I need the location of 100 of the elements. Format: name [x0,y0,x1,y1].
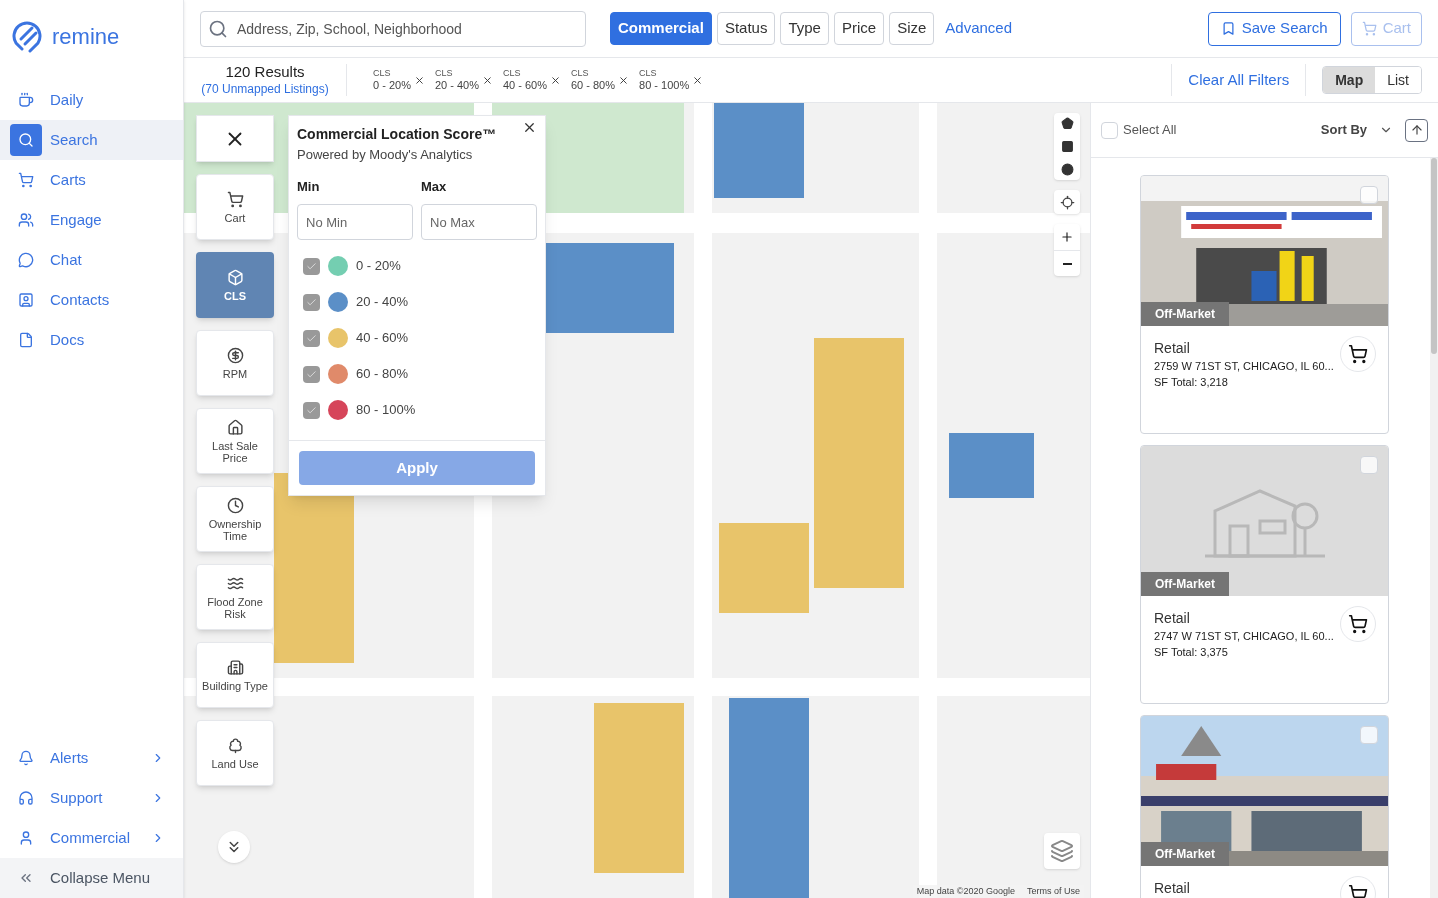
headphones-icon [18,790,34,806]
listing-type: Retail [1154,610,1190,628]
layers-button[interactable] [1044,833,1080,869]
checkbox[interactable] [1360,726,1378,744]
sidebar-item[interactable]: Search [0,120,183,160]
listing-sf-total: SF Total: 3,375 [1154,646,1228,660]
chip-value: 80 - 100% [639,78,690,93]
sidebar-item[interactable]: Contacts [0,280,183,320]
contact-card-icon [18,292,34,308]
sort-by-dropdown[interactable]: Sort By [1320,120,1367,140]
cart-icon [1348,614,1368,634]
coffee-icon [18,92,34,108]
map-tool-button[interactable]: Last Sale Price [196,408,274,474]
cube-icon [226,268,244,286]
scrollbar[interactable] [1430,158,1438,898]
range-label: 80 - 100% [356,401,416,420]
minus-icon [1062,262,1072,265]
check-icon [306,368,317,380]
popup-subtitle: Powered by Moody's Analytics [297,146,474,164]
map-tool-button[interactable]: Building Type [196,642,274,708]
listing-card[interactable]: Off-Market Retail 2747 W 71ST ST, CHICAGO, IL 60... SF Total: 3,375 [1140,445,1389,704]
popup-title: Commercial Location Score™ [297,125,497,144]
cart-icon [1361,21,1377,36]
listing-card[interactable]: Off-Market Retail 2759 W 71ST ST, CHICAGO, IL 60... SF Total: 3,218 [1140,175,1389,434]
listing-card[interactable]: Off-Market Retail [1140,715,1389,898]
cart-icon [18,172,34,188]
close-icon[interactable] [522,120,537,135]
map-tool-button[interactable]: Land Use [196,720,274,786]
clear-filters-link[interactable]: Clear All Filters [1188,68,1290,92]
remove-chip-icon[interactable] [618,74,629,86]
map-tool-button[interactable]: Cart [196,174,274,240]
sort-direction-button[interactable] [1405,118,1428,142]
listing-sf-total: SF Total: 3,218 [1154,376,1228,390]
checkbox[interactable] [303,257,320,275]
clock-icon [226,496,244,514]
sidebar-item[interactable]: Docs [0,320,183,360]
filter-button[interactable]: Commercial [610,12,712,45]
logo-icon [12,19,44,53]
cart-icon [1348,344,1368,364]
sidebar-item[interactable]: Alerts [0,738,183,778]
circle-icon[interactable] [1060,163,1074,176]
search-icon-badge [10,124,42,156]
filter-button[interactable]: Price [833,12,885,45]
map-attribution[interactable]: Terms of Use [1027,884,1080,898]
results-count: 120 Results [225,63,305,82]
search-field[interactable]: Address, Zip, School, Neighborhood [200,10,586,47]
dollar-icon [226,346,244,364]
layers-icon [1050,839,1074,863]
checkbox[interactable] [303,365,320,383]
sidebar-item[interactable]: Engage [0,200,183,240]
locate-button[interactable] [1054,190,1080,214]
checkbox[interactable] [303,293,320,311]
chip-label: CLS [373,67,392,79]
chip-label: CLS [571,67,590,79]
chip-value: 40 - 60% [502,78,547,93]
input-field[interactable]: No Min [297,204,413,240]
save-search-button[interactable]: Save Search [1207,11,1341,46]
polygon-icon[interactable] [1060,117,1074,130]
house-icon [226,418,244,436]
add-to-cart-button[interactable] [1340,606,1376,642]
select-all-label: Select All [1123,121,1178,140]
sidebar-item[interactable]: Commercial [0,818,183,858]
document-icon [18,332,34,348]
checkbox[interactable] [303,401,320,419]
check-icon [306,404,317,416]
sidebar-item[interactable]: Carts [0,160,183,200]
filter-button[interactable]: Size [889,12,935,45]
remove-chip-icon[interactable] [481,74,493,86]
checkbox[interactable] [1360,456,1378,474]
unmapped-listings-link[interactable]: (70 Unmapped Listings) [201,81,329,97]
advanced-link[interactable]: Advanced [945,17,1013,40]
map-tool-button[interactable]: Flood Zone Risk [196,564,274,630]
map-tool-button[interactable]: RPM [196,330,274,396]
checkbox[interactable] [1360,186,1378,204]
arrow-up-icon [1409,123,1424,137]
remove-chip-icon[interactable] [413,74,425,86]
field-label: Max [421,177,448,196]
chip-value: 60 - 80% [571,78,615,93]
map-tool-button[interactable]: Ownership Time [196,486,274,552]
tree-icon [226,736,244,754]
checkbox[interactable] [303,329,320,347]
field-label: Min [297,177,321,196]
filter-button[interactable]: Status [716,12,776,45]
checkbox[interactable] [1101,121,1118,139]
sidebar-item[interactable]: Support [0,778,183,818]
filter-button[interactable]: Type [780,12,829,45]
square-icon[interactable] [1060,140,1074,153]
sidebar-item[interactable]: Chat [0,240,183,280]
bookmark-icon [1220,21,1236,36]
add-to-cart-button[interactable] [1340,336,1376,372]
input-field[interactable]: No Max [421,204,537,240]
collapse-menu-button[interactable]: Collapse Menu [0,858,183,898]
remove-chip-icon[interactable] [550,74,561,86]
map-attribution: Map data ©2020 Google [916,884,1015,898]
view-tab[interactable]: Map [1323,67,1376,93]
chip-label: CLS [434,67,454,79]
sidebar-item[interactable]: Daily [0,80,183,120]
cart-icon [1348,884,1368,898]
remove-chip-icon[interactable] [692,74,704,86]
map-tool-button[interactable]: CLS [196,252,274,318]
